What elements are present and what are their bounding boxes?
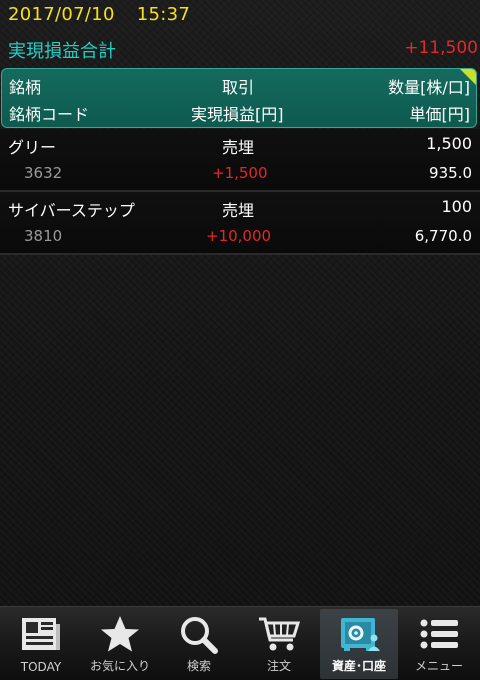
table-row[interactable]: グリー 売埋 1,500 3632 +1,500 935.0 (0, 129, 480, 192)
tab-label: 検索 (186, 659, 211, 673)
star-icon (101, 616, 139, 652)
tab-today[interactable]: TODAY (2, 609, 80, 679)
newspaper-icon (22, 618, 60, 650)
header-stock-code: 銘柄コード (9, 105, 90, 124)
header-stock: 銘柄 (9, 78, 42, 97)
header-realized-pnl: 実現損益[円] (191, 105, 284, 124)
trade-type: 売埋 (222, 138, 255, 157)
realized-pnl: +10,000 (206, 227, 272, 245)
bottom-tab-bar: TODAY お気に入り 検索 注文 資産･口座 メニュー (0, 606, 480, 680)
tab-label: TODAY (20, 660, 62, 674)
header-quantity: 数量[株/口] (388, 78, 470, 97)
table-row[interactable]: サイバーステップ 売埋 100 3810 +10,000 6,770.0 (0, 192, 480, 255)
date-text: 2017/07/10 (8, 4, 115, 25)
tab-label: 資産･口座 (331, 659, 386, 673)
time-text: 15:37 (136, 4, 191, 25)
stock-code: 3810 (24, 227, 63, 245)
tab-label: メニュー (414, 659, 463, 673)
unit-price: 935.0 (429, 164, 472, 182)
tab-order[interactable]: 注文 (240, 609, 318, 679)
header-trade: 取引 (222, 78, 255, 97)
stock-name: サイバーステップ (8, 201, 135, 220)
tab-label: 注文 (266, 659, 291, 673)
tab-menu[interactable]: メニュー (400, 609, 478, 679)
total-realized-pnl-value: +11,500 (404, 38, 478, 58)
unit-price: 6,770.0 (414, 227, 472, 245)
search-icon (181, 617, 218, 654)
status-datetime: 2017/07/10 15:37 (8, 4, 190, 25)
tab-label: お気に入り (89, 659, 150, 673)
table-header: 銘柄 取引 数量[株/口] 銘柄コード 実現損益[円] 単価[円] (1, 68, 477, 128)
tab-favorites[interactable]: お気に入り (81, 609, 159, 679)
tab-search[interactable]: 検索 (160, 609, 238, 679)
safe-icon (341, 618, 380, 651)
menu-icon (420, 619, 458, 649)
realized-pnl: +1,500 (212, 164, 268, 182)
cart-icon (259, 617, 301, 651)
header-unit-price: 単価[円] (409, 105, 471, 124)
stock-code: 3632 (24, 164, 63, 182)
quantity: 1,500 (426, 134, 472, 153)
tab-assets-account[interactable]: 資産･口座 (320, 609, 398, 679)
stock-name: グリー (8, 138, 57, 157)
trade-type: 売埋 (222, 201, 255, 220)
quantity: 100 (441, 197, 472, 216)
total-realized-pnl-label: 実現損益合計 (8, 41, 116, 62)
